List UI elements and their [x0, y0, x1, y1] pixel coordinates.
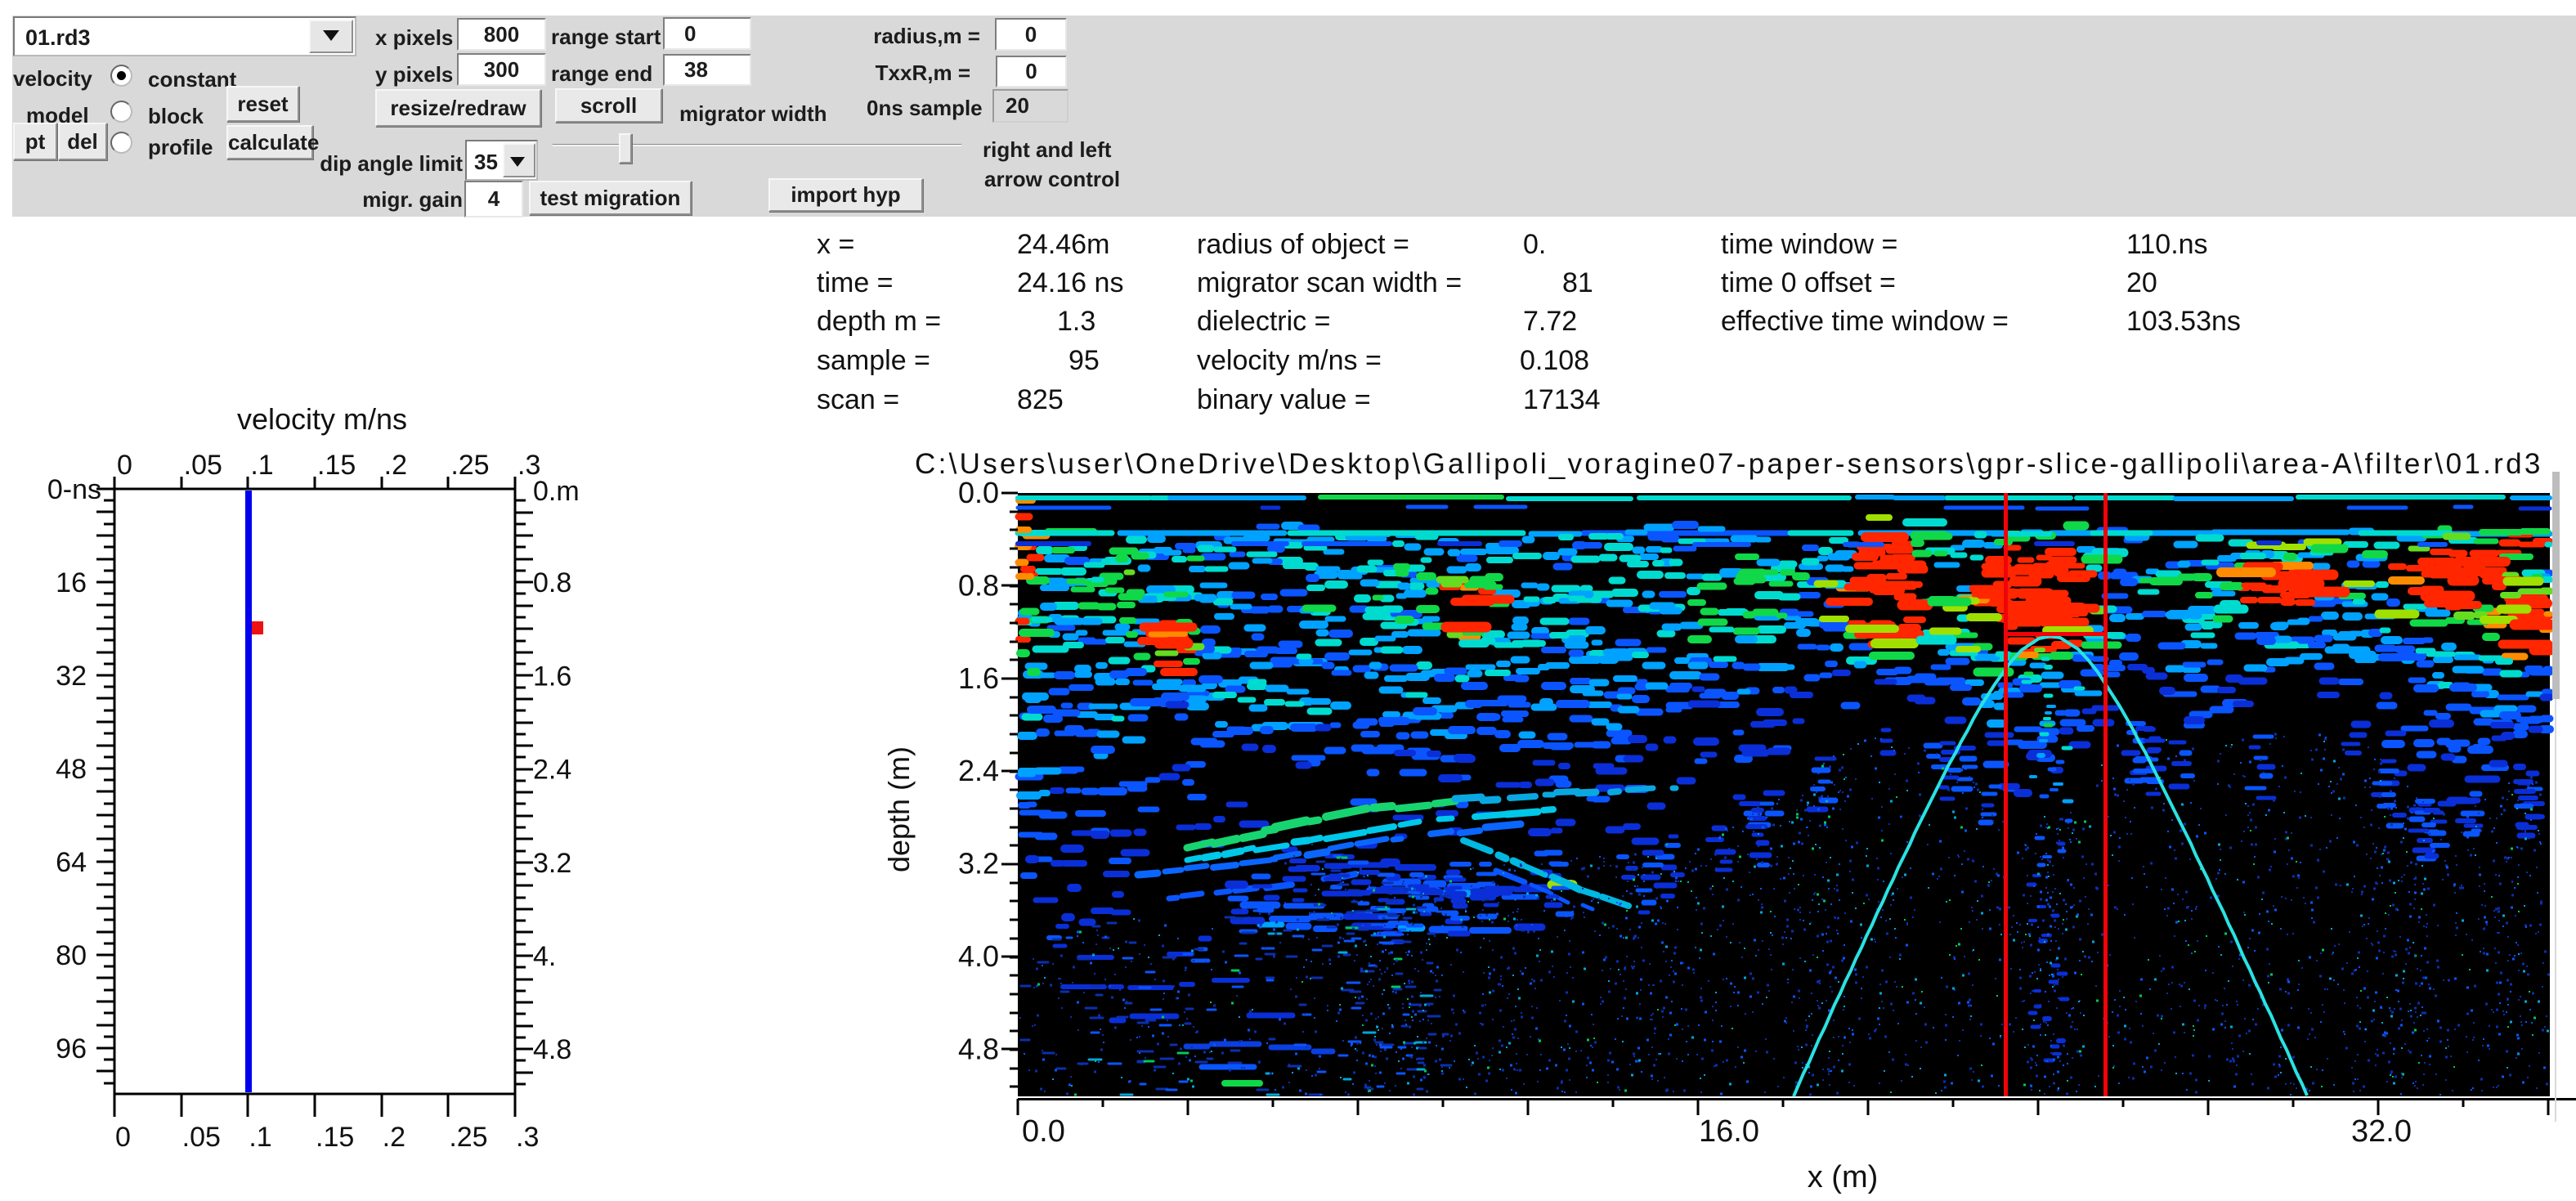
svg-text:2.4: 2.4 — [533, 755, 571, 786]
svg-text:32.0: 32.0 — [2351, 1114, 2412, 1149]
svg-text:0.m: 0.m — [533, 476, 580, 507]
svg-text:0.0: 0.0 — [958, 476, 999, 509]
svg-text:4.8: 4.8 — [958, 1032, 999, 1065]
svg-text:0: 0 — [117, 450, 132, 481]
svg-text:.25: .25 — [449, 1122, 487, 1153]
svg-text:48: 48 — [56, 754, 87, 785]
svg-text:.15: .15 — [316, 1122, 354, 1153]
svg-text:16.0: 16.0 — [1699, 1114, 1759, 1149]
svg-text:.25: .25 — [450, 450, 489, 481]
svg-text:.15: .15 — [317, 450, 356, 481]
svg-text:0.0: 0.0 — [1022, 1114, 1065, 1149]
svg-text:16: 16 — [56, 567, 87, 598]
svg-text:x (m): x (m) — [1808, 1160, 1879, 1194]
svg-text:1.6: 1.6 — [958, 661, 999, 695]
svg-text:3.2: 3.2 — [533, 848, 571, 879]
svg-text:32: 32 — [56, 661, 87, 692]
svg-text:velocity m/ns: velocity m/ns — [237, 402, 407, 436]
svg-text:4.: 4. — [533, 941, 556, 972]
svg-text:.2: .2 — [383, 1122, 405, 1153]
svg-text:.3: .3 — [516, 1122, 539, 1153]
svg-text:.05: .05 — [182, 1122, 221, 1153]
svg-text:4.8: 4.8 — [533, 1034, 571, 1065]
svg-text:0: 0 — [115, 1122, 131, 1153]
svg-text:4.0: 4.0 — [958, 939, 999, 973]
svg-text:1.6: 1.6 — [533, 661, 571, 692]
svg-text:.2: .2 — [384, 450, 407, 481]
svg-text:96: 96 — [56, 1033, 87, 1064]
svg-text:3.2: 3.2 — [958, 847, 999, 881]
svg-text:0.8: 0.8 — [533, 567, 571, 598]
svg-text:0.8: 0.8 — [958, 568, 999, 602]
svg-text:80: 80 — [56, 940, 87, 971]
svg-text:64: 64 — [56, 847, 87, 878]
svg-text:2.4: 2.4 — [958, 754, 999, 787]
svg-text:.1: .1 — [250, 450, 273, 481]
svg-text:.05: .05 — [184, 450, 222, 481]
svg-text:depth (m): depth (m) — [882, 746, 916, 872]
svg-text:.1: .1 — [249, 1122, 271, 1153]
svg-text:0-ns: 0-ns — [47, 474, 101, 505]
